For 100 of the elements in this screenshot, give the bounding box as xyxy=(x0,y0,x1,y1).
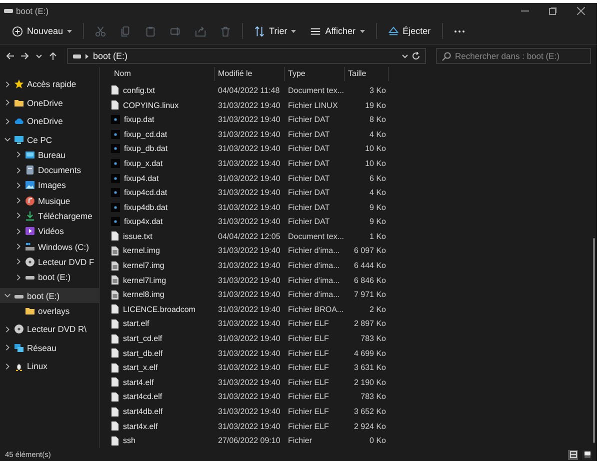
eject-button[interactable]: Éjecter xyxy=(382,21,437,41)
nav-item[interactable]: OneDrive xyxy=(0,95,99,110)
picture-icon xyxy=(25,180,35,190)
type-cell-text: Fichier BROA... xyxy=(287,304,345,314)
file-name[interactable]: LICENCE.broadcom xyxy=(123,304,196,314)
document-icon xyxy=(111,100,119,110)
file-name[interactable]: fixup4db.dat xyxy=(124,202,168,212)
nav-item[interactable]: Bureau xyxy=(0,147,99,162)
sort-icon xyxy=(254,26,266,36)
nav-item[interactable]: OneDrive xyxy=(0,114,99,128)
date-cell-text: 31/03/2022 19:40 xyxy=(217,130,282,139)
file-name[interactable]: kernel7l.img xyxy=(123,276,166,285)
date-cell-text: 31/03/2022 19:40 xyxy=(217,144,282,154)
nav-item[interactable]: Musique xyxy=(0,193,99,208)
up-icon[interactable] xyxy=(49,52,57,60)
monitor-icon xyxy=(14,134,24,144)
column-header[interactable]: Type xyxy=(285,67,345,82)
file-name[interactable]: fixup4.dat xyxy=(124,174,159,183)
file-icon xyxy=(111,202,120,212)
video-icon xyxy=(25,226,35,236)
type-cell-text: Fichier DAT xyxy=(287,130,331,139)
chevron-icon[interactable] xyxy=(4,344,11,352)
size-cell-text: 2 190 Ko xyxy=(352,378,387,387)
file-name[interactable]: fixup4x.dat xyxy=(124,217,163,226)
file-name[interactable]: start_db.elf xyxy=(123,348,163,358)
file-name[interactable]: fixup.dat xyxy=(124,115,154,124)
search-field[interactable]: Rechercher dans : boot (E:) xyxy=(436,48,591,64)
chevron-icon[interactable] xyxy=(402,53,408,59)
view-button[interactable]: Afficher xyxy=(304,21,371,41)
chevron-icon[interactable] xyxy=(15,151,22,158)
details-view-button[interactable] xyxy=(568,450,578,460)
nav-item[interactable]: overlays xyxy=(0,303,99,318)
chevron-icon[interactable] xyxy=(4,99,11,106)
type-cell-text: Fichier ELF xyxy=(287,422,330,431)
document-icon xyxy=(111,436,119,446)
nav-item[interactable]: Téléchargeme xyxy=(0,208,99,224)
new-button[interactable]: Nouveau xyxy=(6,21,78,41)
tiles-view-button[interactable] xyxy=(582,450,592,460)
scissors-icon xyxy=(95,26,106,36)
file-name[interactable]: ssh xyxy=(123,436,136,446)
column-header[interactable]: Modifié le xyxy=(215,67,285,82)
nav-item[interactable]: Images xyxy=(0,178,99,193)
sort-button[interactable]: Trier xyxy=(248,21,302,41)
chevron-icon[interactable] xyxy=(36,53,42,59)
file-name[interactable]: kernel7.img xyxy=(123,261,164,270)
back-icon[interactable] xyxy=(6,52,14,60)
chevron-icon[interactable] xyxy=(4,326,11,333)
refresh-icon[interactable] xyxy=(412,52,420,60)
type-cell-text: Fichier LINUX xyxy=(287,100,339,110)
file-name[interactable]: fixup_x.dat xyxy=(124,158,163,168)
chevron-icon[interactable] xyxy=(15,228,22,235)
size-cell-text: 6 846 Ko xyxy=(352,276,387,285)
file-name[interactable]: start_cd.elf xyxy=(123,334,162,344)
file-name[interactable]: start4x.elf xyxy=(123,422,158,431)
nav-item[interactable]: Ce PC xyxy=(0,132,99,147)
chevron-icon[interactable] xyxy=(4,80,11,88)
restore-icon[interactable] xyxy=(549,6,557,14)
close-icon[interactable] xyxy=(577,6,585,14)
file-name[interactable]: kernel8.img xyxy=(123,290,164,300)
size-cell-text: 0 Ko xyxy=(368,436,387,446)
file-name[interactable]: start_x.elf xyxy=(123,363,158,372)
nav-item[interactable]: Lecteur DVD R\ xyxy=(0,322,99,337)
file-name[interactable]: start.elf xyxy=(123,319,150,328)
file-name[interactable]: config.txt xyxy=(123,86,156,95)
size-cell-text: 9 Ko xyxy=(368,202,387,212)
size-cell-text: 7 971 Ko xyxy=(352,290,387,300)
forward-icon[interactable] xyxy=(21,52,29,60)
address-field[interactable]: boot (E:) xyxy=(67,48,426,64)
nav-item[interactable]: boot (E:) xyxy=(0,288,99,304)
file-name[interactable]: fixup_db.dat xyxy=(124,144,168,154)
date-cell-text: 31/03/2022 19:40 xyxy=(217,422,282,431)
chevron-icon[interactable] xyxy=(4,118,11,124)
date-cell-text: 31/03/2022 19:40 xyxy=(217,261,282,270)
file-name[interactable]: fixup4cd.dat xyxy=(124,188,168,198)
column-header[interactable]: Nom xyxy=(111,67,215,82)
column-header[interactable]: Taille xyxy=(345,67,389,82)
image-file-icon xyxy=(111,260,119,271)
nav-item[interactable]: Accès rapide xyxy=(0,76,99,92)
nav-item[interactable]: Réseau xyxy=(0,340,99,356)
nav-item[interactable]: boot (E:) xyxy=(0,270,99,285)
file-name[interactable]: fixup_cd.dat xyxy=(124,130,168,139)
nav-item[interactable]: Documents xyxy=(0,162,99,178)
nav-item[interactable]: Vidéos xyxy=(0,224,99,239)
document-icon xyxy=(111,362,119,373)
file-name[interactable]: start4db.elf xyxy=(123,407,163,416)
chevron-icon[interactable] xyxy=(4,362,11,370)
file-name[interactable]: start4.elf xyxy=(123,378,154,387)
file-name[interactable]: start4cd.elf xyxy=(123,392,162,402)
nav-item[interactable]: Lecteur DVD F xyxy=(0,254,99,270)
chevron-icon[interactable] xyxy=(4,136,11,143)
chevron-icon[interactable] xyxy=(4,292,11,300)
file-name[interactable]: COPYING.linux xyxy=(123,100,179,110)
file-name[interactable]: kernel.img xyxy=(123,246,160,256)
file-name[interactable]: issue.txt xyxy=(123,232,152,241)
scrollbar[interactable] xyxy=(593,238,595,443)
nav-item[interactable]: Linux xyxy=(0,358,99,374)
nav-item[interactable]: Windows (C:) xyxy=(0,239,99,254)
document-icon xyxy=(111,85,119,96)
date-cell-text: 31/03/2022 19:40 xyxy=(217,246,282,256)
chevron-icon[interactable] xyxy=(15,274,22,281)
